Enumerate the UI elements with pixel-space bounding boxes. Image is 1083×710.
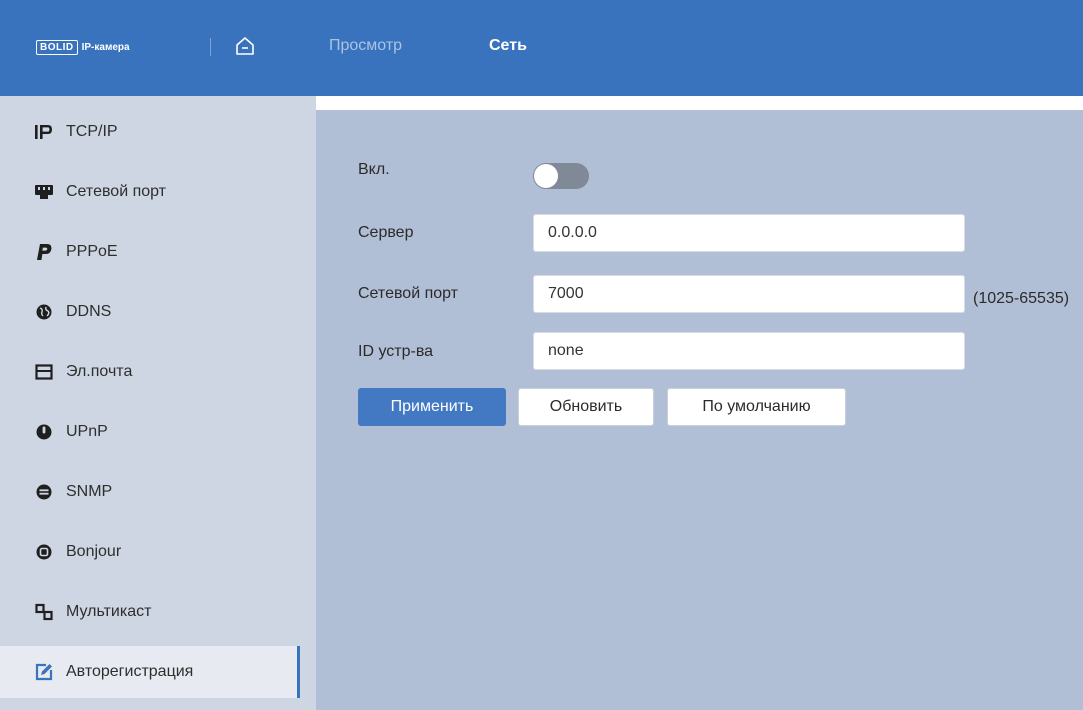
settings-panel: Вкл. Сервер Сетевой порт (1025-65535) ID… [316, 110, 1083, 710]
device-id-input[interactable] [533, 332, 965, 370]
sidebar-item-label: SNMP [66, 483, 113, 500]
sidebar-item-label: UPnP [66, 423, 108, 440]
bonjour-icon [34, 542, 54, 562]
logo: BOLID IP-камера [36, 39, 130, 55]
sidebar-item-tcpip[interactable]: TCP/IP [0, 106, 300, 158]
sidebar-item-ddns[interactable]: DDNS [0, 286, 300, 338]
device-id-label: ID устр-ва [358, 343, 434, 360]
apply-button[interactable]: Применить [358, 388, 506, 426]
sidebar-item-label: Bonjour [66, 543, 122, 560]
sidebar-item-label: DDNS [66, 303, 112, 320]
server-label: Сервер [358, 224, 414, 241]
sidebar-item-label: TCP/IP [66, 123, 118, 140]
port-input[interactable] [533, 275, 965, 313]
multicast-icon [34, 602, 54, 622]
upnp-icon [34, 422, 54, 442]
pppoe-icon [34, 242, 54, 262]
logo-text: IP-камера [81, 41, 130, 53]
top-header: BOLID IP-камера Просмотр Сеть [0, 0, 1083, 96]
sidebar-item-label: Сетевой порт [66, 183, 167, 200]
ip-icon [34, 122, 54, 142]
port-label: Сетевой порт [358, 285, 459, 302]
network-port-icon [34, 182, 54, 202]
sidebar-item-email[interactable]: Эл.почта [0, 346, 300, 398]
tab-network[interactable]: Сеть [489, 37, 527, 55]
home-icon[interactable] [234, 35, 256, 57]
server-input[interactable] [533, 214, 965, 252]
sidebar-item-label: Эл.почта [66, 363, 133, 380]
edit-icon [34, 662, 54, 682]
header-divider [210, 38, 211, 56]
sidebar-item-multicast[interactable]: Мультикаст [0, 586, 300, 638]
sidebar-item-label: Мультикаст [66, 603, 152, 620]
globe-icon [34, 302, 54, 322]
default-button[interactable]: По умолчанию [667, 388, 846, 426]
sidebar-item-label: Авторегистрация [66, 663, 194, 680]
refresh-button[interactable]: Обновить [518, 388, 654, 426]
snmp-icon [34, 482, 54, 502]
port-range-hint: (1025-65535) [973, 290, 1070, 307]
enable-toggle[interactable] [533, 163, 589, 189]
sidebar-item-pppoe[interactable]: PPPoE [0, 226, 300, 278]
sidebar-item-network-port[interactable]: Сетевой порт [0, 166, 300, 218]
sidebar-item-bonjour[interactable]: Bonjour [0, 526, 300, 578]
sidebar-item-upnp[interactable]: UPnP [0, 406, 300, 458]
sidebar-item-label: PPPoE [66, 243, 118, 260]
mail-icon [34, 362, 54, 382]
tab-preview[interactable]: Просмотр [329, 37, 402, 55]
sidebar-item-autoregistration[interactable]: Авторегистрация [0, 646, 300, 698]
enable-label: Вкл. [358, 161, 390, 178]
toggle-knob [534, 164, 558, 188]
logo-mark: BOLID [36, 39, 78, 55]
sidebar-item-snmp[interactable]: SNMP [0, 466, 300, 518]
sidebar: TCP/IP Сетевой порт PPPoE DDNS Эл.почта … [0, 96, 316, 710]
